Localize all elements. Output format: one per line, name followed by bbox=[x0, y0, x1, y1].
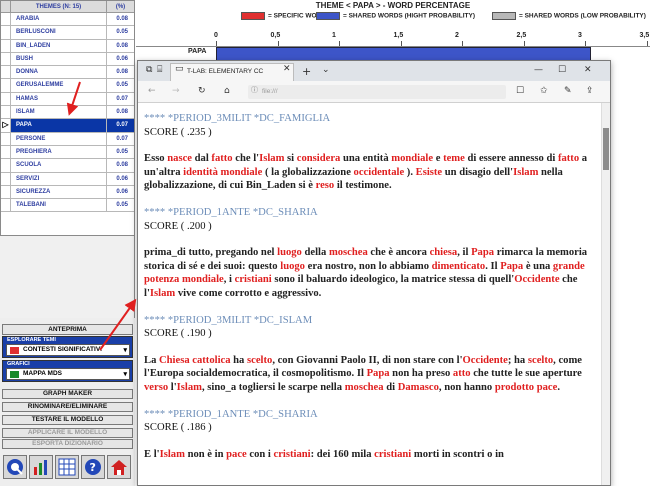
arrow-to-papa-row bbox=[66, 81, 81, 116]
annotation-arrows bbox=[66, 81, 137, 351]
arrow-to-browser bbox=[99, 298, 137, 351]
